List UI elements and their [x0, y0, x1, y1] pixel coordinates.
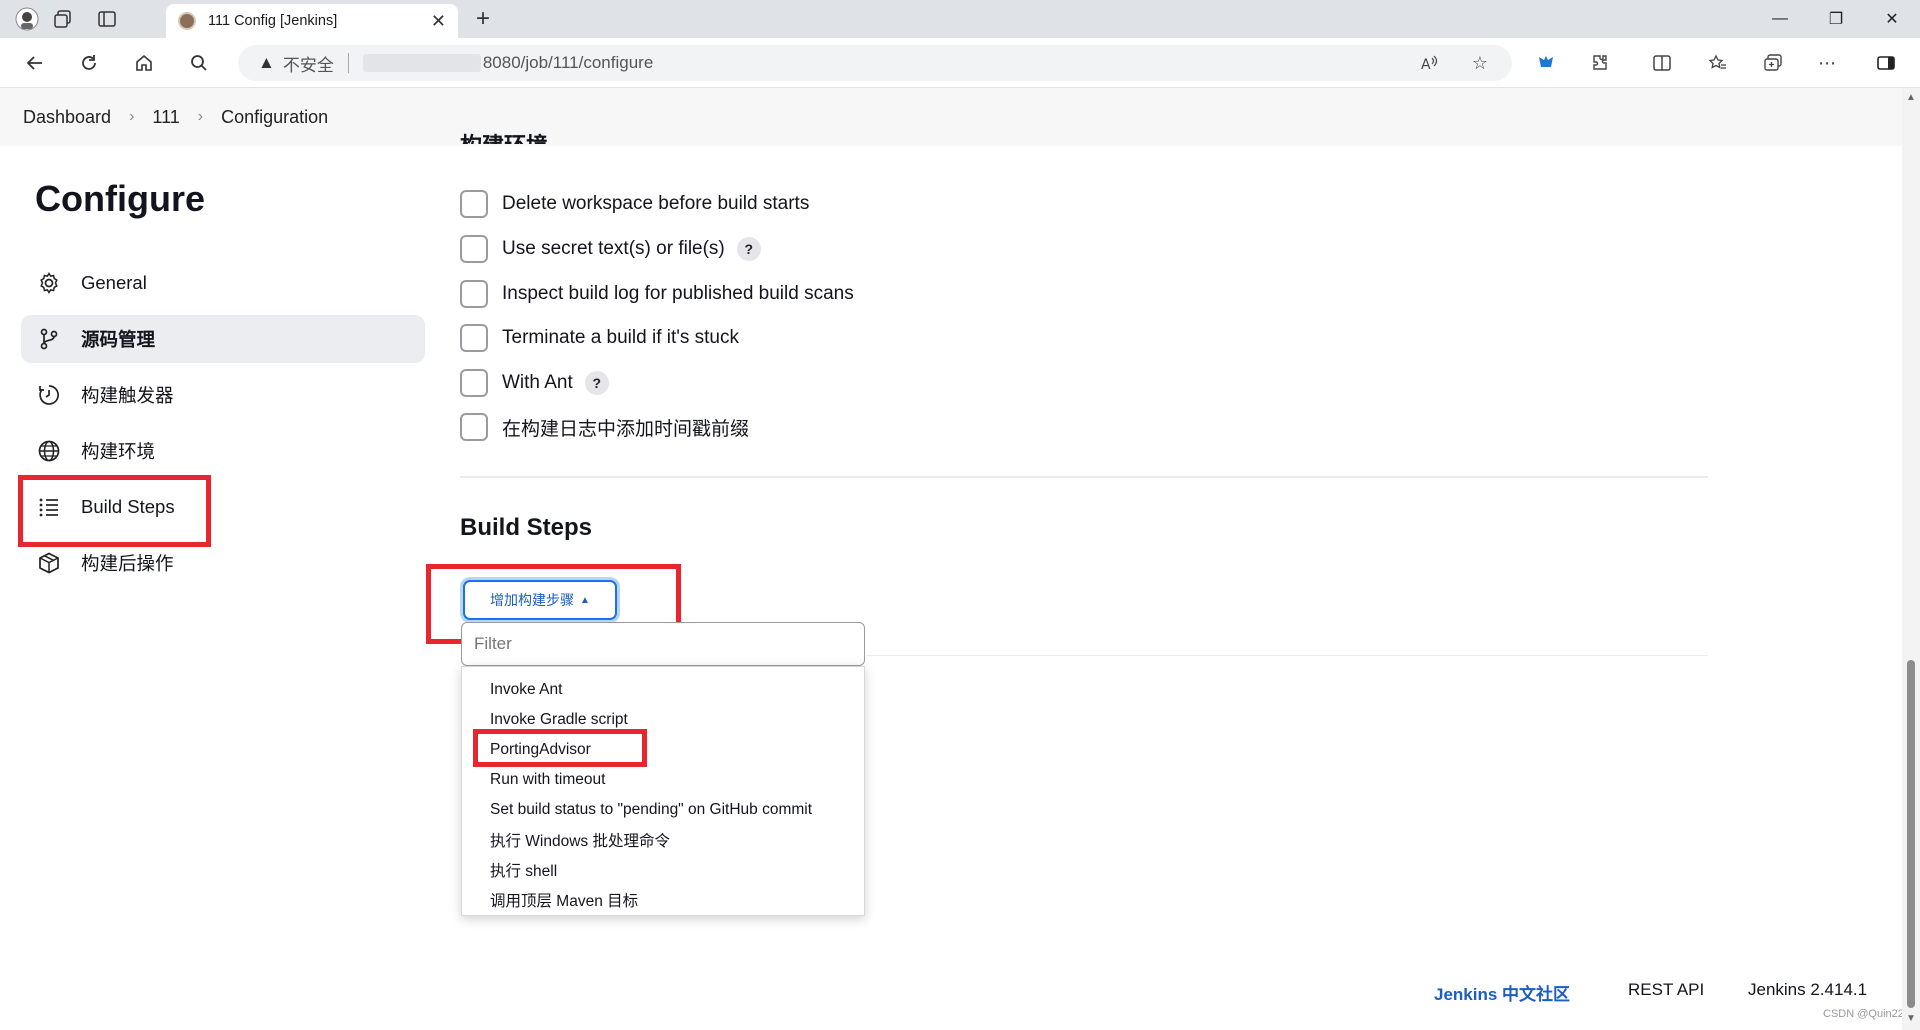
option-label[interactable]: Use secret text(s) or file(s)	[502, 238, 725, 260]
url-separator	[347, 53, 349, 73]
url-text: 8080/job/111/configure	[482, 53, 654, 72]
option-row: 在构建日志中添加时间戳前缀	[460, 412, 749, 442]
sidebar-item-label: 构建触发器	[81, 385, 174, 406]
checkbox[interactable]	[460, 369, 488, 397]
collections-icon[interactable]	[1757, 47, 1789, 79]
option-row: Terminate a build if it's stuck	[460, 323, 739, 353]
restore-icon[interactable]: ❐	[1808, 0, 1864, 38]
breadcrumb-configuration[interactable]: Configuration	[221, 107, 328, 128]
breadcrumb-dashboard[interactable]: Dashboard	[23, 107, 111, 128]
scroll-down-icon[interactable]: ▼	[1906, 1013, 1916, 1024]
footer-version[interactable]: Jenkins 2.414.1	[1748, 980, 1867, 1000]
sidebar-item-triggers[interactable]: 构建触发器	[21, 371, 425, 419]
search-icon[interactable]	[182, 47, 216, 79]
browser-tab-bar: 111 Config [Jenkins] ✕ + — ❐ ✕	[0, 0, 1920, 38]
package-icon	[35, 549, 63, 577]
split-screen-icon[interactable]	[1646, 47, 1678, 79]
section-title-build-env: 构建环境	[460, 128, 548, 144]
option-row: With Ant ?	[460, 368, 609, 398]
option-label[interactable]: With Ant	[502, 372, 573, 394]
jenkins-favicon-icon	[178, 12, 196, 30]
warning-icon: ▲	[258, 53, 275, 72]
footer-rest-api-link[interactable]: REST API	[1628, 980, 1704, 1000]
option-label[interactable]: Delete workspace before build starts	[502, 193, 809, 215]
option-label[interactable]: Terminate a build if it's stuck	[502, 327, 739, 349]
option-row: Delete workspace before build starts	[460, 189, 809, 219]
option-label[interactable]: Inspect build log for published build sc…	[502, 283, 854, 305]
security-label: 不安全	[282, 55, 334, 75]
help-icon[interactable]: ?	[584, 371, 609, 395]
scroll-thumb[interactable]	[1907, 660, 1915, 1008]
url-bar[interactable]: ▲ 不安全 8080/job/111/configure	[238, 45, 1512, 81]
extension-bird-icon[interactable]	[1530, 47, 1562, 79]
new-tab-icon[interactable]: +	[468, 4, 498, 34]
tab-close-icon[interactable]: ✕	[431, 11, 446, 32]
window-close-icon[interactable]: ✕	[1864, 0, 1920, 38]
checkbox[interactable]	[460, 235, 488, 263]
sidebar-item-build-env[interactable]: 构建环境	[21, 427, 425, 475]
clock-icon	[35, 381, 63, 409]
home-icon[interactable]	[127, 47, 161, 79]
sidebar-item-general[interactable]: General	[21, 259, 425, 307]
back-arrow-icon[interactable]	[18, 47, 52, 79]
sidebar-item-label: 源码管理	[81, 329, 156, 350]
annotation-highlight-sidebar	[18, 475, 211, 547]
build-step-dropdown: Invoke Ant Invoke Gradle script PortingA…	[461, 666, 865, 916]
vertical-tabs-icon[interactable]	[94, 6, 120, 32]
refresh-icon[interactable]	[72, 47, 106, 79]
breadcrumb-job[interactable]: 111	[152, 107, 179, 128]
menu-item[interactable]: Run with timeout	[462, 765, 864, 795]
gear-icon	[35, 269, 63, 297]
globe-icon	[35, 437, 63, 465]
favorite-star-icon[interactable]: ☆	[1464, 47, 1496, 79]
extensions-icon[interactable]	[1584, 47, 1616, 79]
help-icon[interactable]: ?	[736, 237, 761, 261]
svg-text:A: A	[1421, 57, 1431, 73]
sidebar-item-label: 构建后操作	[81, 553, 174, 574]
section-divider	[460, 476, 1708, 478]
section-divider	[866, 655, 1708, 656]
sidebar-item-label: General	[81, 272, 147, 293]
read-aloud-icon[interactable]: A	[1413, 47, 1445, 79]
scroll-up-icon[interactable]: ▲	[1906, 92, 1916, 103]
watermark: CSDN @Quin22	[1823, 1008, 1904, 1020]
checkbox[interactable]	[460, 280, 488, 308]
address-toolbar: ▲ 不安全 8080/job/111/configure A ☆ ⋯	[0, 38, 1920, 88]
filter-input[interactable]	[461, 622, 865, 666]
breadcrumb: Dashboard › 111 › Configuration	[0, 88, 1902, 146]
footer-community-link[interactable]: Jenkins 中文社区	[1434, 980, 1570, 1005]
sidebar-toggle-icon[interactable]	[1870, 47, 1902, 79]
page-scrollbar[interactable]: ▲ ▼	[1902, 88, 1920, 1030]
chevron-right-icon: ›	[197, 108, 204, 125]
option-label[interactable]: 在构建日志中添加时间戳前缀	[502, 414, 749, 441]
build-steps-heading: Build Steps	[460, 514, 593, 541]
sidebar-item-label: 构建环境	[81, 441, 156, 462]
checkbox[interactable]	[460, 413, 488, 441]
favorites-list-icon[interactable]	[1702, 47, 1734, 79]
workspaces-icon[interactable]	[50, 6, 76, 32]
branch-icon	[35, 325, 63, 353]
menu-item[interactable]: Invoke Ant	[462, 675, 864, 705]
sidebar-item-scm[interactable]: 源码管理	[21, 315, 425, 363]
menu-item[interactable]: 调用顶层 Maven 目标	[462, 885, 864, 915]
chevron-right-icon: ›	[129, 108, 135, 125]
page-title: Configure	[35, 178, 205, 219]
menu-item[interactable]: Set build status to "pending" on GitHub …	[462, 795, 864, 825]
checkbox[interactable]	[460, 190, 488, 218]
annotation-highlight-menu-item	[473, 729, 647, 767]
tab-active[interactable]: 111 Config [Jenkins] ✕	[166, 4, 458, 38]
minimize-icon[interactable]: —	[1752, 0, 1808, 38]
tab-title: 111 Config [Jenkins]	[208, 13, 338, 29]
more-menu-icon[interactable]: ⋯	[1811, 47, 1843, 79]
menu-item[interactable]: 执行 Windows 批处理命令	[462, 825, 864, 855]
option-row: Inspect build log for published build sc…	[460, 279, 854, 309]
profile-avatar-icon[interactable]	[14, 6, 40, 32]
redacted-host	[362, 54, 481, 72]
checkbox[interactable]	[460, 324, 488, 352]
menu-item[interactable]: 执行 shell	[462, 855, 864, 885]
option-row: Use secret text(s) or file(s) ?	[460, 234, 761, 264]
